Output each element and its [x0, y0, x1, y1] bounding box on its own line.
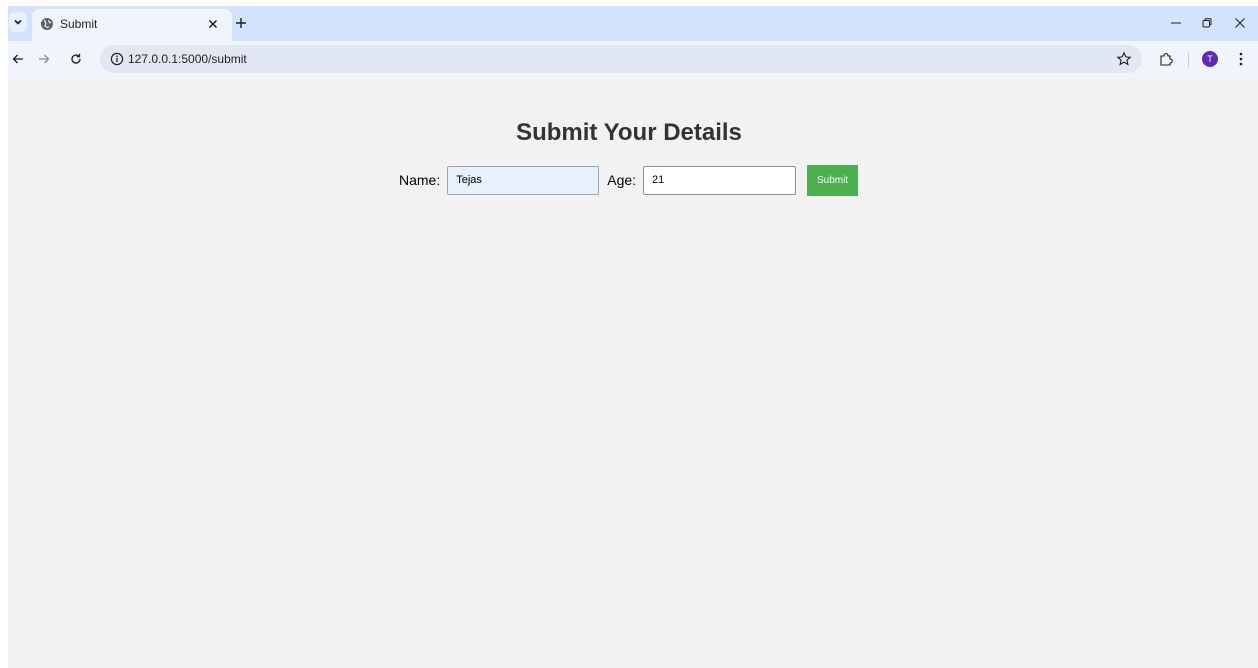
age-label: Age:	[607, 172, 637, 188]
browser-toolbar: 127.0.0.1:5000/submit T	[8, 41, 1258, 77]
close-icon	[1235, 18, 1245, 28]
tab-title: Submit	[60, 17, 98, 31]
tab-submit[interactable]: Submit	[32, 9, 232, 41]
plus-icon	[236, 18, 246, 28]
extensions-button[interactable]	[1157, 50, 1175, 68]
url-text[interactable]: 127.0.0.1:5000/submit	[128, 52, 247, 66]
kebab-menu-icon	[1239, 52, 1243, 66]
age-field[interactable]	[643, 165, 797, 195]
arrow-right-icon	[39, 54, 50, 64]
page-content: Submit Your Details Name: Age: Submit	[8, 77, 1258, 668]
tab-close-button[interactable]	[204, 15, 222, 33]
minimize-button[interactable]	[1166, 13, 1186, 33]
new-tab-button[interactable]	[232, 14, 250, 32]
submit-button[interactable]: Submit	[807, 164, 859, 196]
minimize-icon	[1171, 22, 1181, 24]
globe-icon	[41, 18, 53, 30]
close-icon	[208, 19, 218, 29]
address-bar[interactable]: 127.0.0.1:5000/submit	[100, 45, 1142, 73]
window-close-button[interactable]	[1230, 13, 1250, 33]
avatar[interactable]: T	[1202, 51, 1218, 67]
browser-menu-button[interactable]	[1232, 50, 1250, 68]
forward-button[interactable]	[35, 50, 53, 68]
reload-button[interactable]	[67, 50, 85, 68]
name-field[interactable]	[447, 165, 600, 195]
puzzle-icon	[1160, 52, 1173, 66]
star-icon[interactable]	[1116, 51, 1132, 67]
back-button[interactable]	[9, 50, 27, 68]
toolbar-separator	[1188, 53, 1189, 67]
restore-icon	[1202, 18, 1212, 28]
reload-icon	[71, 53, 81, 64]
arrow-left-icon	[12, 54, 23, 64]
tab-search-button[interactable]	[9, 12, 27, 32]
info-icon[interactable]	[110, 52, 124, 66]
browser-window: Submit 127.0.0.1:5000/submit T Submit Yo…	[8, 6, 1258, 668]
restore-button[interactable]	[1197, 13, 1217, 33]
tab-strip: Submit	[8, 6, 1258, 41]
chevron-down-icon	[14, 19, 22, 25]
details-form: Name: Age: Submit	[399, 164, 859, 196]
name-label: Name:	[399, 172, 441, 188]
page-title: Submit Your Details	[516, 119, 742, 146]
